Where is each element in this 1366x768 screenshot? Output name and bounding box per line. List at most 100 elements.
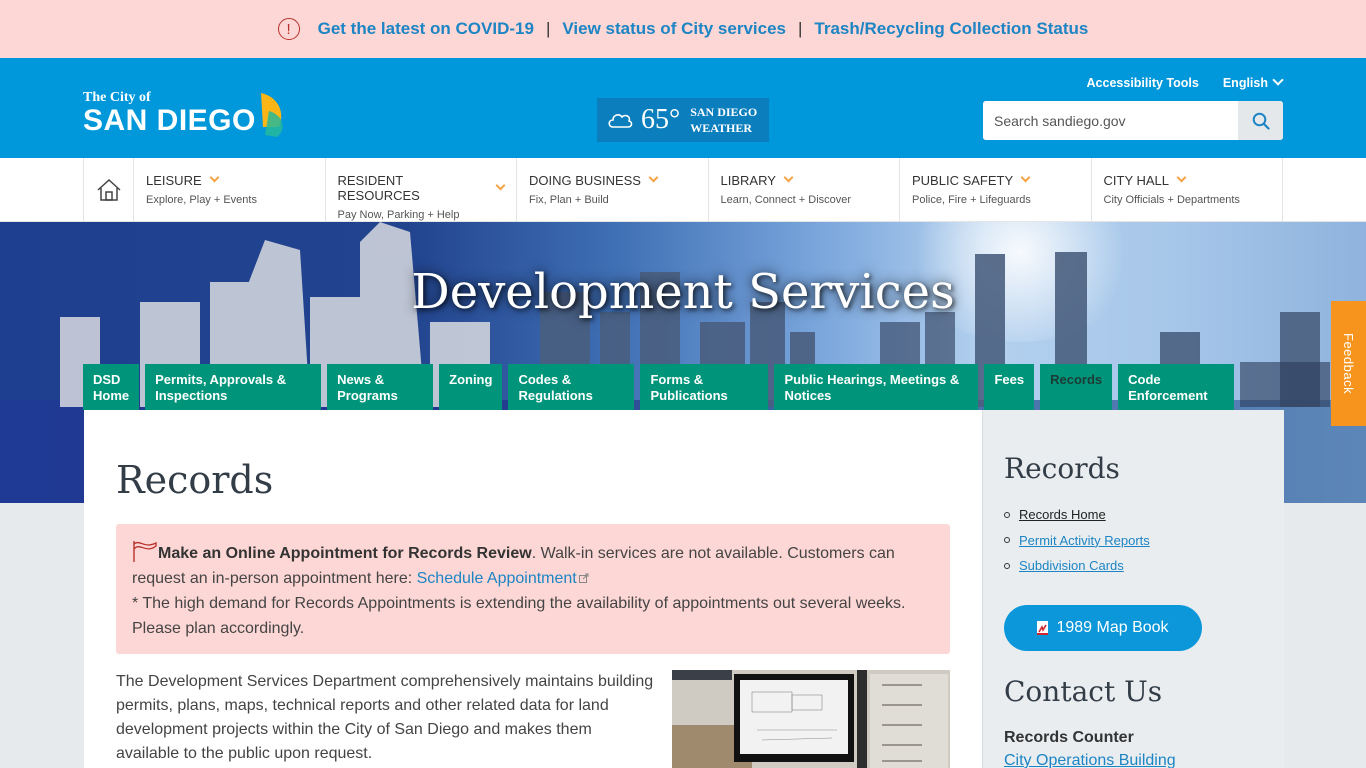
city-services-status-link[interactable]: View status of City services (562, 19, 786, 39)
tab-label-line1: Fees (994, 372, 1025, 387)
chevron-down-icon (648, 172, 659, 183)
sidebar-links: Records Home Permit Activity Reports Sub… (1004, 502, 1150, 579)
permit-activity-reports-link[interactable]: Permit Activity Reports (1019, 533, 1150, 548)
tab-label-line1: News & (337, 372, 385, 387)
sidebar-title: Records (1004, 452, 1120, 485)
sidebar-item-permit-activity-reports: Permit Activity Reports (1004, 528, 1150, 554)
department-subnav: DSD Home Permits, Approvals & Inspections … (83, 364, 1235, 410)
external-link-icon (578, 573, 589, 583)
map-book-button[interactable]: 1989 Map Book (1004, 605, 1202, 651)
alert-bar: ! Get the latest on COVID-19 | View stat… (0, 0, 1366, 58)
nav-item-title: LEISURE (146, 173, 202, 188)
nav-item-city-hall[interactable]: CITY HALL City Officials + Departments (1092, 158, 1283, 222)
nav-item-title: DOING BUSINESS (529, 173, 641, 188)
chevron-down-icon (1020, 172, 1031, 183)
schedule-appointment-link[interactable]: Schedule Appointment (417, 570, 589, 587)
logo-sail-icon (261, 93, 283, 137)
subnav-tab-codes-regulations[interactable]: Codes & Regulations (508, 364, 635, 410)
separator: | (797, 19, 803, 38)
main-navigation: LEISURE Explore, Play + Events RESIDENT … (0, 158, 1366, 222)
sidebar-item-subdivision-cards: Subdivision Cards (1004, 553, 1150, 579)
main-content: Records Make an Online Appointment for R… (84, 410, 982, 768)
weather-label: SAN DIEGO WEATHER (690, 104, 757, 136)
weather-widget[interactable]: 65° SAN DIEGO WEATHER (597, 98, 769, 142)
subnav-tab-fees[interactable]: Fees (984, 364, 1035, 410)
tab-label-line1: Public Hearings, Meetings & (784, 372, 960, 387)
subnav-tab-public-hearings[interactable]: Public Hearings, Meetings & Notices (774, 364, 979, 410)
sidebar: Records Records Home Permit Activity Rep… (982, 410, 1284, 768)
flag-icon (133, 541, 157, 562)
nav-item-subtitle: Learn, Connect + Discover (720, 194, 852, 206)
chevron-down-icon (1272, 74, 1284, 86)
nav-item-public-safety[interactable]: PUBLIC SAFETY Police, Fire + Lifeguards (900, 158, 1092, 222)
accessibility-tools-link[interactable]: Accessibility Tools (1087, 76, 1199, 90)
nav-item-subtitle: Fix, Plan + Build (529, 194, 609, 206)
city-operations-building-link[interactable]: City Operations Building (1004, 752, 1176, 768)
subnav-tab-forms-publications[interactable]: Forms & Publications (640, 364, 769, 410)
contact-us-title: Contact Us (1004, 675, 1163, 708)
photo-illustration (672, 670, 950, 768)
intro-paragraph: The Development Services Department comp… (116, 673, 654, 762)
chevron-down-icon (495, 180, 506, 190)
map-book-label: 1989 Map Book (1056, 619, 1169, 636)
nav-item-title: RESIDENT RESOURCES (337, 173, 420, 203)
tab-label-line2: Home (93, 388, 130, 403)
home-button[interactable] (84, 158, 134, 222)
tab-label-line2: Enforcement (1128, 388, 1208, 403)
tab-label-line1: Permits, Approvals & (155, 372, 287, 387)
subnav-tab-dsd-home[interactable]: DSD Home (83, 364, 140, 410)
tab-label-line1: Codes & (518, 372, 572, 387)
tab-label-line1: Forms & (650, 372, 704, 387)
subdivision-cards-link[interactable]: Subdivision Cards (1019, 558, 1124, 573)
nav-item-title: PUBLIC SAFETY (912, 173, 1014, 188)
chevron-down-icon (783, 172, 794, 183)
nav-item-subtitle: Explore, Play + Events (146, 194, 257, 206)
records-home-link[interactable]: Records Home (1019, 507, 1106, 522)
search-button[interactable] (1238, 101, 1283, 140)
tab-label-line1: Records (1050, 372, 1103, 387)
tab-label-line1: Code (1128, 372, 1161, 387)
bullet-icon (1004, 537, 1010, 544)
trash-recycling-status-link[interactable]: Trash/Recycling Collection Status (814, 19, 1088, 39)
weather-label-line2: WEATHER (690, 121, 752, 135)
subnav-tab-zoning[interactable]: Zoning (439, 364, 503, 410)
pdf-icon (1037, 621, 1049, 635)
appointment-notice: Make an Online Appointment for Records R… (116, 524, 950, 654)
records-counter-label: Records Counter (1004, 729, 1134, 746)
nav-item-library[interactable]: LIBRARY Learn, Connect + Discover (709, 158, 900, 222)
subnav-tab-permits[interactable]: Permits, Approvals & Inspections (145, 364, 322, 410)
weather-label-line1: SAN DIEGO (690, 105, 758, 119)
nav-item-subtitle: City Officials + Departments (1103, 194, 1240, 206)
nav-item-leisure[interactable]: LEISURE Explore, Play + Events (134, 158, 326, 222)
nav-item-title: LIBRARY (720, 173, 776, 188)
records-workstation-photo (672, 670, 950, 768)
bullet-icon (1004, 511, 1010, 518)
covid-link[interactable]: Get the latest on COVID-19 (318, 19, 534, 39)
nav-item-resident-resources[interactable]: RESIDENT RESOURCES Pay Now, Parking + He… (326, 158, 517, 222)
nav-item-subtitle: Police, Fire + Lifeguards (912, 194, 1031, 206)
subnav-tab-records[interactable]: Records (1040, 364, 1113, 410)
notice-demand-text: * The high demand for Records Appointmen… (132, 595, 906, 637)
subnav-tab-news-programs[interactable]: News & Programs (327, 364, 434, 410)
language-label: English (1222, 76, 1268, 90)
feedback-tab[interactable]: Feedback (1331, 301, 1366, 426)
logo-big-text: SAN DIEGO (83, 104, 256, 137)
tab-label-line2: Programs (337, 388, 398, 403)
nav-item-subtitle: Pay Now, Parking + Help (337, 209, 460, 221)
exclamation-circle-icon: ! (277, 18, 300, 40)
city-logo[interactable]: The City of SAN DIEGO (83, 90, 283, 138)
tab-label-line2: Notices (784, 388, 832, 403)
bullet-icon (1004, 562, 1010, 569)
weather-temperature: 65° (641, 104, 681, 135)
utility-links: Accessibility Tools English (1087, 74, 1284, 90)
subnav-tab-code-enforcement[interactable]: Code Enforcement (1118, 364, 1235, 410)
notice-heading: Make an Online Appointment for Records R… (158, 545, 532, 562)
nav-item-doing-business[interactable]: DOING BUSINESS Fix, Plan + Build (517, 158, 709, 222)
search-box (983, 101, 1283, 140)
search-input[interactable] (983, 101, 1238, 140)
site-header: The City of SAN DIEGO 65° SAN DIEGO WEAT… (0, 58, 1366, 158)
page-title: Records (116, 458, 274, 502)
language-selector[interactable]: English (1222, 74, 1284, 90)
schedule-appointment-label: Schedule Appointment (416, 570, 577, 587)
nav-item-title: CITY HALL (1103, 173, 1170, 188)
